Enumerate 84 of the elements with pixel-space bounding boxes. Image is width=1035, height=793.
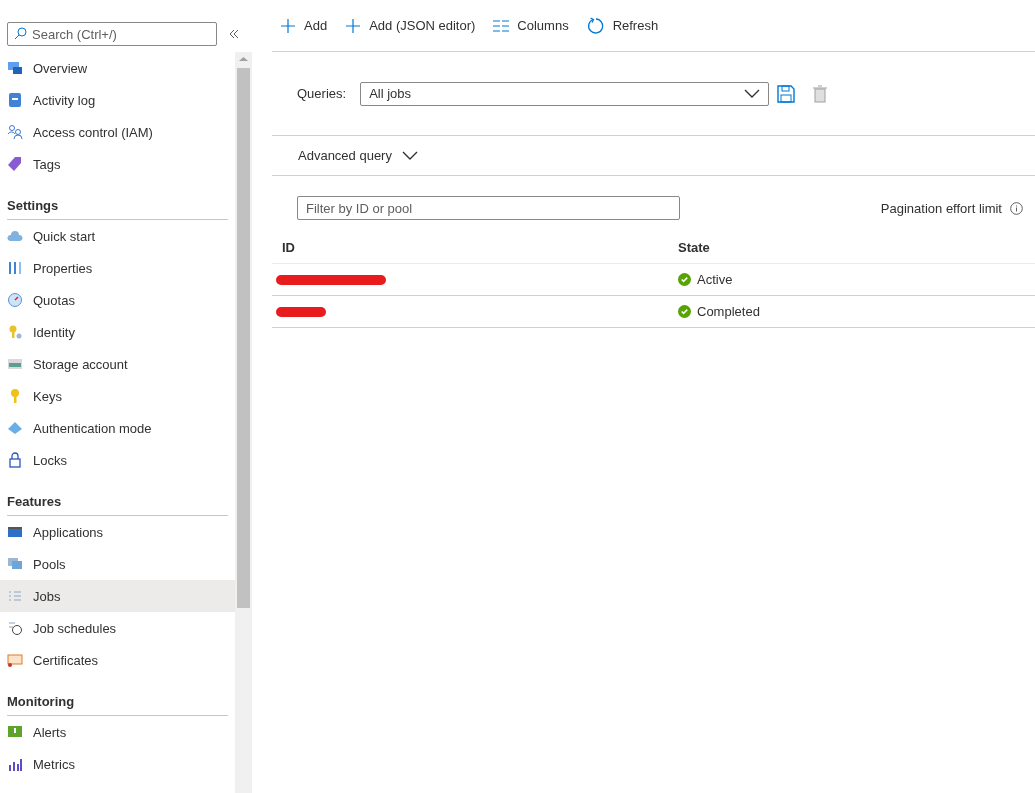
sidebar-item-label: Metrics xyxy=(33,756,75,772)
sidebar-item-label: Overview xyxy=(33,60,88,76)
window-icon xyxy=(7,524,23,540)
sidebar-item-label: Authentication mode xyxy=(33,420,152,436)
sidebar-item[interactable]: Overview xyxy=(0,52,235,84)
toolbar-button[interactable]: Columns xyxy=(493,18,569,33)
info-icon[interactable] xyxy=(1010,201,1023,215)
refresh-icon xyxy=(586,16,605,35)
sidebar-item[interactable]: Metrics xyxy=(0,748,235,780)
gauge-icon xyxy=(7,292,23,308)
sidebar-item-label: Properties xyxy=(33,260,93,276)
sidebar-item-label: Locks xyxy=(33,452,67,468)
toolbar-button[interactable]: Add xyxy=(280,17,328,34)
check-circle-icon xyxy=(678,305,691,318)
sidebar-item-label: Quotas xyxy=(33,292,75,308)
sidebar-item-label: Job schedules xyxy=(33,620,117,636)
overview-icon xyxy=(7,60,23,76)
toolbar-button[interactable]: Refresh xyxy=(586,16,659,35)
search-field[interactable]: Search (Ctrl+/) xyxy=(7,22,217,46)
sidebar-item[interactable]: Applications xyxy=(0,516,235,548)
sidebar-item[interactable]: Jobs xyxy=(0,580,235,612)
sidebar-item-label: Storage account xyxy=(33,356,128,372)
certificate-icon xyxy=(7,652,23,668)
state-text: Completed xyxy=(697,304,760,319)
lock-icon xyxy=(7,452,23,468)
plus-icon xyxy=(345,17,362,34)
section-heading: Features xyxy=(7,486,228,516)
sidebar-item[interactable]: Quick start xyxy=(0,220,235,252)
alert-icon xyxy=(7,724,23,740)
sidebar-item-label: Jobs xyxy=(33,588,61,604)
sidebar-item[interactable]: Identity xyxy=(0,316,235,348)
sidebar-item[interactable]: Pools xyxy=(0,548,235,580)
sidebar-item-label: Keys xyxy=(33,388,62,404)
filter-field[interactable]: Filter by ID or pool xyxy=(297,196,680,220)
columns-icon xyxy=(493,19,510,32)
log-icon xyxy=(7,92,23,108)
sidebar-item-label: Quick start xyxy=(33,228,96,244)
section-heading: Monitoring xyxy=(7,686,228,716)
key-icon xyxy=(7,324,23,340)
save-icon[interactable] xyxy=(777,84,796,103)
sidebar-item-label: Pools xyxy=(33,556,66,572)
storage-icon xyxy=(7,356,23,372)
sidebar-item[interactable]: Activity log xyxy=(0,84,235,116)
chevron-down-icon xyxy=(744,88,761,99)
cloud-icon xyxy=(7,228,23,244)
sidebar-item[interactable]: Access control (IAM) xyxy=(0,116,235,148)
sidebar-item[interactable]: Tags xyxy=(0,148,235,180)
collapse-button[interactable] xyxy=(227,27,241,41)
queries-dropdown[interactable]: All jobs xyxy=(360,81,770,106)
sidebar-item[interactable]: Keys xyxy=(0,380,235,412)
section-heading: Settings xyxy=(7,190,228,220)
sidebar-item-label: Certificates xyxy=(33,652,99,668)
plus-icon xyxy=(280,17,296,34)
chevron-down-icon xyxy=(401,150,418,161)
sidebar-item[interactable]: Locks xyxy=(0,444,235,476)
sidebar-item-label: Activity log xyxy=(33,92,96,108)
sidebar-item-label: Applications xyxy=(33,524,104,540)
sidebar-item-label: Identity xyxy=(33,324,75,340)
people-icon xyxy=(7,124,23,140)
sidebar-item-label: Alerts xyxy=(33,724,67,740)
sidebar-item[interactable]: Certificates xyxy=(0,644,235,676)
scrollbar[interactable] xyxy=(235,52,252,793)
sidebar-item[interactable]: Quotas xyxy=(0,284,235,316)
scroll-up-arrow-icon[interactable] xyxy=(239,56,248,62)
column-header[interactable]: ID xyxy=(282,240,295,255)
sidebar-item[interactable]: Authentication mode xyxy=(0,412,235,444)
bars-icon xyxy=(7,260,23,276)
sidebar-item[interactable]: Job schedules xyxy=(0,612,235,644)
sidebar-item-label: Access control (IAM) xyxy=(33,124,153,140)
search-icon xyxy=(14,27,27,40)
queries-label: Queries: xyxy=(297,86,347,101)
check-circle-icon xyxy=(678,273,691,286)
sidebar-item[interactable]: Properties xyxy=(0,252,235,284)
sidebar-item[interactable]: Alerts xyxy=(0,716,235,748)
sidebar-item-label: Tags xyxy=(33,156,61,172)
sidebar-item[interactable]: Storage account xyxy=(0,348,235,380)
tag-icon xyxy=(7,156,23,172)
checklist-icon xyxy=(7,588,23,604)
chart-icon xyxy=(7,756,23,772)
toolbar-button[interactable]: Add (JSON editor) xyxy=(345,17,476,34)
column-header[interactable]: State xyxy=(678,240,710,255)
state-text: Active xyxy=(697,272,733,287)
pagination-label: Pagination effort limit xyxy=(880,200,1002,216)
advanced-query-toggle[interactable]: Advanced query xyxy=(272,136,1035,176)
